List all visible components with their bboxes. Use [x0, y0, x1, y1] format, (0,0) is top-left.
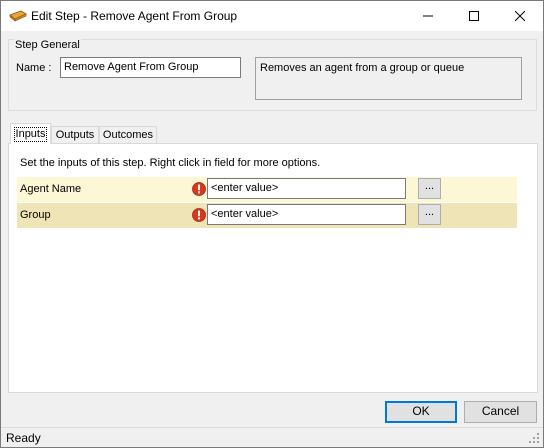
input-row-group: Group <enter value> ... [17, 203, 517, 228]
status-bar: Ready [1, 427, 543, 447]
resize-grip-icon[interactable] [529, 433, 540, 444]
input-row-agent-name: Agent Name <enter value> ... [17, 177, 517, 202]
window-title: Edit Step - Remove Agent From Group [31, 9, 238, 23]
tab-outcomes[interactable]: Outcomes [99, 126, 157, 143]
inputs-tab-panel: Set the inputs of this step. Right click… [8, 143, 538, 393]
tab-inputs[interactable]: Inputs [10, 123, 51, 144]
tab-outcomes-label: Outcomes [102, 129, 154, 141]
maximize-icon [469, 11, 479, 21]
error-icon [192, 182, 206, 196]
tab-inputs-label: Inputs [13, 127, 48, 142]
name-label: Name : [16, 62, 52, 74]
agent-name-browse-button[interactable]: ... [418, 178, 441, 199]
agent-name-input[interactable]: <enter value> [207, 178, 406, 199]
ok-button[interactable]: OK [385, 401, 457, 423]
tab-outputs[interactable]: Outputs [51, 126, 99, 143]
title-bar[interactable]: Edit Step - Remove Agent From Group [1, 1, 543, 31]
status-text: Ready [6, 431, 41, 445]
input-label: Group [20, 209, 51, 221]
step-general-legend: Step General [14, 39, 81, 51]
edit-step-dialog: Edit Step - Remove Agent From Group Step… [0, 0, 544, 448]
error-icon [192, 208, 206, 222]
step-description: Removes an agent from a group or queue [255, 57, 522, 100]
minimize-icon [423, 15, 433, 17]
minimize-button[interactable] [405, 1, 451, 31]
close-button[interactable] [497, 1, 543, 31]
input-label: Agent Name [20, 183, 82, 195]
maximize-button[interactable] [451, 1, 497, 31]
tab-outputs-label: Outputs [55, 129, 95, 141]
close-icon [515, 11, 525, 21]
group-input[interactable]: <enter value> [207, 204, 406, 225]
cancel-button[interactable]: Cancel [464, 401, 537, 423]
step-icon [9, 10, 27, 22]
inputs-help-text: Set the inputs of this step. Right click… [20, 157, 321, 169]
step-name-input[interactable]: Remove Agent From Group [60, 57, 241, 78]
group-browse-button[interactable]: ... [418, 204, 441, 225]
